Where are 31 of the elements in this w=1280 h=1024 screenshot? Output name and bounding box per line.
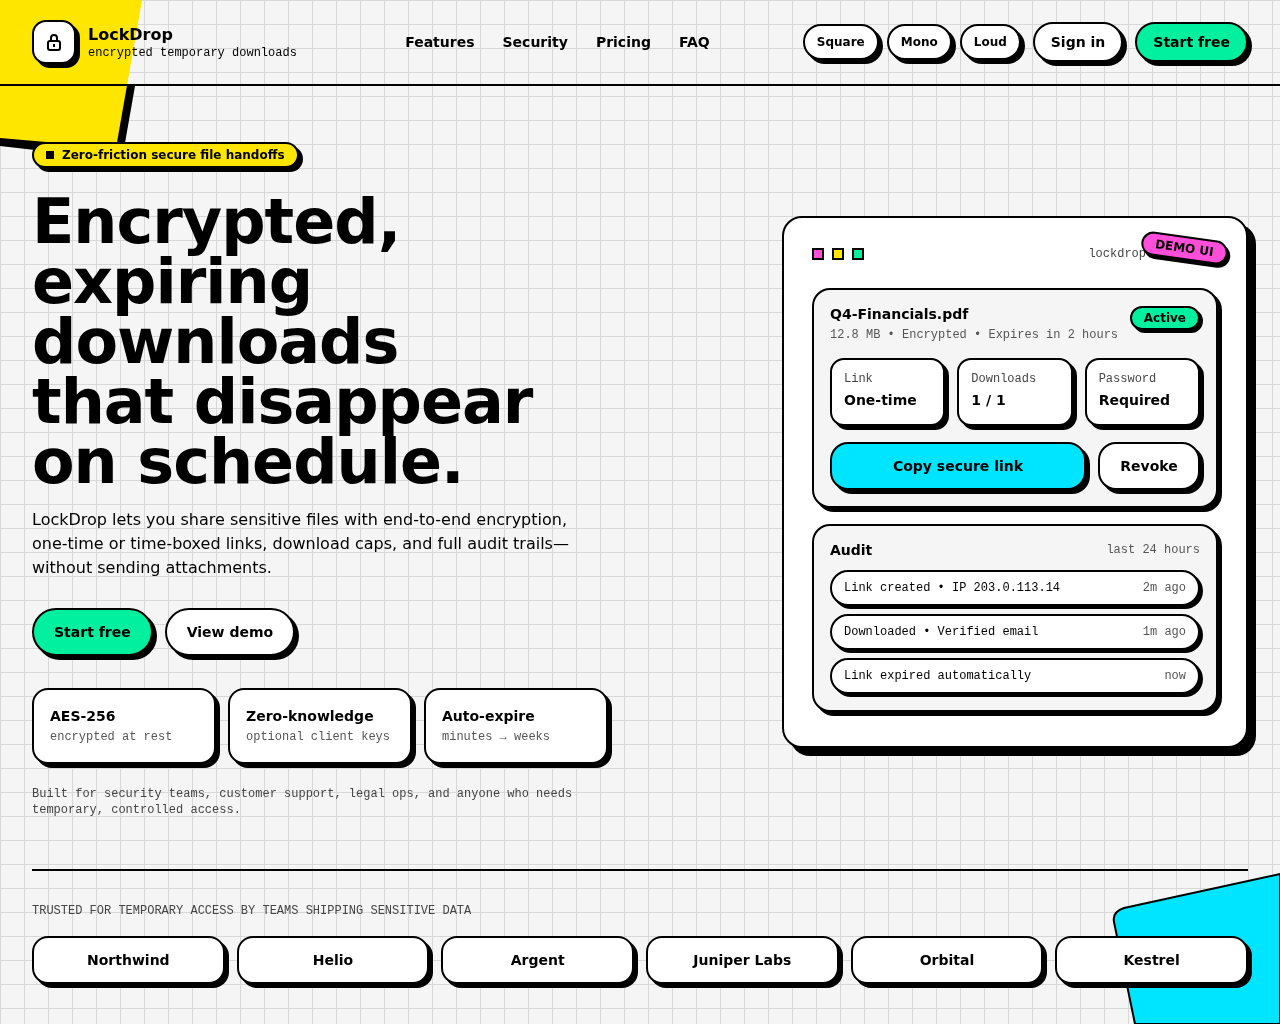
status-badge: Active [1129,306,1200,330]
event-time: 2m ago [1142,581,1186,595]
nav-link[interactable]: Pricing [595,34,651,50]
headline: Encrypted, expiring downloads that disappear on schedule. [32,192,533,492]
file-name: Q4-Financials.pdf [830,306,970,322]
intro-text: LockDrop lets you share sensitive files with end-to-end encryption, one-time or time-boxed links, download caps, and full audit trails—without sending attachments. [32,509,570,579]
stat-title: AES-256 [50,708,117,724]
nav-link[interactable]: Features [405,34,475,50]
event-time: now [1164,669,1186,683]
nav-link[interactable]: FAQ [678,34,710,50]
stat-detail: optional client keys [246,730,392,744]
setting-label: Downloads [971,372,1038,386]
setting-value: Required [1098,392,1172,408]
audit-title: Audit [830,542,873,558]
event-time: 1m ago [1142,625,1186,639]
audience-note: Built for security teams, customer support, legal ops, and anyone who needs temporary, controlled access. [32,786,574,818]
trusted-label: TRUSTED FOR TEMPORARY ACCESS BY TEAMS SHIPPING SENSITIVE DATA [32,904,473,918]
setting-value: One-time [844,392,918,408]
setting-label: Link [844,372,874,386]
event-text: Link created • IP 203.0.113.14 [844,581,1061,595]
nav-link[interactable]: Security [502,34,568,50]
stat-detail: minutes → weeks [442,730,552,744]
stat-title: Zero-knowledge [246,708,375,724]
file-meta: 12.8 MB • Encrypted • Expires in 2 hours [830,328,1119,342]
event-text: Downloaded • Verified email [844,625,1039,639]
audit-range: last 24 hours [1106,543,1200,557]
stat-title: Auto-expire [442,708,536,724]
stat-detail: encrypted at rest [50,730,174,744]
event-text: Link expired automatically [844,669,1032,683]
setting-value: 1 / 1 [971,392,1007,408]
setting-label: Password [1098,372,1158,386]
